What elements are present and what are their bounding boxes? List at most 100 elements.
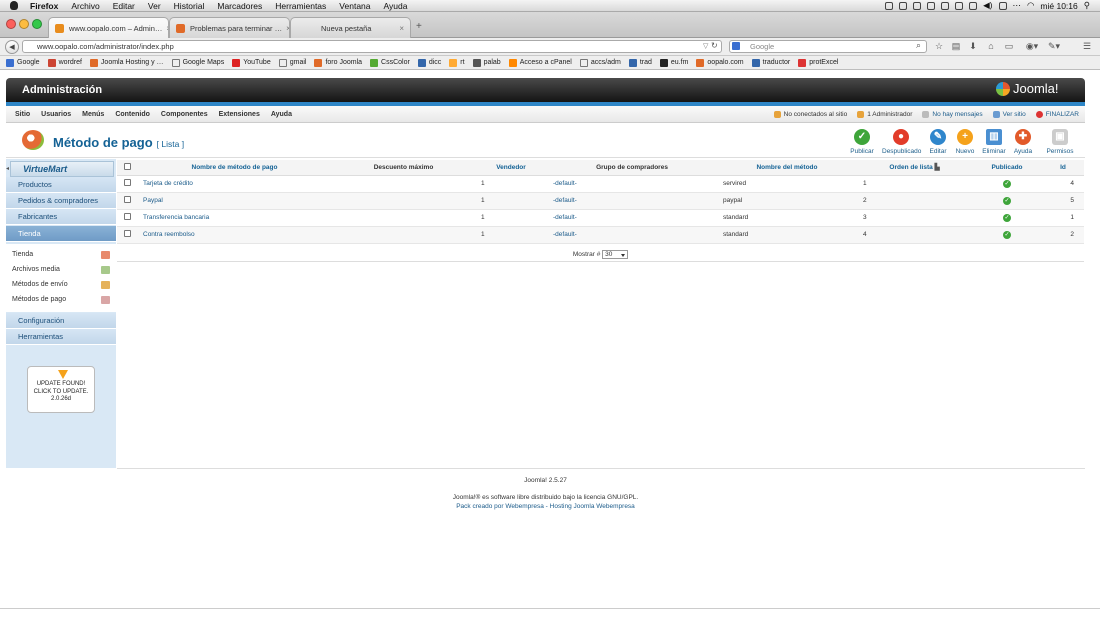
- tab-admin[interactable]: www.oopalo.com – Admin… ×: [48, 17, 169, 39]
- timer-icon[interactable]: [941, 1, 950, 10]
- camera-icon[interactable]: [913, 1, 922, 10]
- new-button[interactable]: + Nuevo: [950, 129, 980, 155]
- sidebar-sub-archivos-media[interactable]: Archivos media: [12, 266, 60, 273]
- sort-icon[interactable]: ▙: [935, 164, 940, 171]
- menu-archivo[interactable]: Archivo: [71, 1, 99, 11]
- status-ver-sitio[interactable]: Ver sitio: [992, 110, 1026, 118]
- search-icon[interactable]: ⌕: [916, 40, 921, 51]
- time-machine-icon[interactable]: [998, 1, 1007, 10]
- published-check-icon[interactable]: ✓: [1003, 196, 1011, 205]
- volume-icon[interactable]: ◀): [983, 0, 992, 11]
- minimize-window-icon[interactable]: [19, 19, 29, 29]
- logout-link[interactable]: FINALIZAR: [1035, 110, 1079, 118]
- published-check-icon[interactable]: ✓: [1003, 213, 1011, 222]
- bookmark-gmail[interactable]: gmail: [278, 58, 306, 67]
- spotlight-icon[interactable]: ⚲: [1084, 0, 1090, 11]
- menu-firefox[interactable]: Firefox: [30, 1, 58, 11]
- footer-pack-link[interactable]: Pack creado por Webempresa - Hosting Joo…: [6, 502, 1085, 511]
- tab-nueva[interactable]: Nueva pestaña ×: [290, 17, 411, 38]
- col-vendedor[interactable]: Vendedor: [475, 160, 547, 176]
- bookmark-google[interactable]: Google: [6, 58, 40, 67]
- chat-icon[interactable]: ◉▾: [1024, 41, 1040, 51]
- copyright-icon[interactable]: [955, 1, 964, 10]
- skype-icon[interactable]: [899, 1, 908, 10]
- bookmark-google-maps[interactable]: Google Maps: [171, 58, 224, 67]
- bookmark-eu-fm[interactable]: eu.fm: [659, 58, 688, 67]
- bookmark-rt[interactable]: rt: [449, 58, 465, 67]
- clipboard-icon[interactable]: [927, 1, 936, 10]
- collapse-sidebar-icon[interactable]: ◂: [6, 165, 9, 172]
- close-tab-icon[interactable]: ×: [162, 24, 168, 33]
- hamburger-menu-icon[interactable]: ☰: [1082, 41, 1092, 51]
- extension-icon[interactable]: ✎▾: [1046, 41, 1062, 51]
- bookmark-joomla-hosting[interactable]: Joomla Hosting y …: [89, 58, 164, 67]
- sync-icon[interactable]: [969, 1, 978, 10]
- bookmark-dicc[interactable]: dicc: [417, 58, 441, 67]
- menu-historial[interactable]: Historial: [174, 1, 205, 11]
- menu-ayuda[interactable]: Ayuda: [384, 1, 408, 11]
- status-administrador[interactable]: 1 Administrador: [857, 110, 912, 118]
- menu-contenido[interactable]: Contenido: [115, 111, 150, 118]
- bookmark-oopalo[interactable]: oopalo.com: [696, 58, 744, 67]
- select-all-checkbox[interactable]: [123, 162, 131, 170]
- bookmark-foro-joomla[interactable]: foro Joomla: [314, 58, 362, 67]
- sidebar-item-configuracion[interactable]: Configuración: [6, 313, 116, 329]
- menu-componentes[interactable]: Componentes: [161, 111, 208, 118]
- menu-editar[interactable]: Editar: [113, 1, 135, 11]
- url-bar[interactable]: www.oopalo.com/administrator/index.php: [22, 40, 722, 53]
- menu-sitio[interactable]: Sitio: [15, 111, 30, 118]
- col-publicado[interactable]: Publicado: [972, 160, 1042, 176]
- menu-extensiones[interactable]: Extensiones: [219, 111, 260, 118]
- published-check-icon[interactable]: ✓: [1003, 230, 1011, 239]
- cell-nombre[interactable]: Tarjeta de crédito: [137, 175, 332, 193]
- bookmark-csscolor[interactable]: CssColor: [370, 58, 410, 67]
- apple-icon[interactable]: [10, 1, 18, 10]
- cell-nombre[interactable]: Paypal: [137, 192, 332, 210]
- clock[interactable]: mié 10:16: [1040, 1, 1077, 11]
- unpublish-button[interactable]: ● Despublicado: [882, 129, 921, 155]
- update-notice[interactable]: UPDATE FOUND! CLICK TO UPDATE. 2.0.26d: [27, 366, 95, 413]
- sidebar-item-pedidos[interactable]: Pedidos & compradores: [6, 193, 116, 209]
- publish-button[interactable]: ✓ Publicar: [847, 129, 877, 155]
- sidebar-sub-metodos-pago[interactable]: Métodos de pago: [12, 296, 66, 303]
- edit-button[interactable]: ✎ Editar: [923, 129, 953, 155]
- col-metodo[interactable]: Nombre del método: [717, 160, 857, 176]
- downloads-icon[interactable]: ⬇: [968, 41, 978, 51]
- menu-menus[interactable]: Menús: [82, 111, 104, 118]
- reload-icon[interactable]: ↻: [711, 41, 718, 50]
- row-checkbox[interactable]: [123, 230, 131, 237]
- bookmarks-menu-icon[interactable]: ▤: [951, 41, 961, 51]
- menu-usuarios[interactable]: Usuarios: [41, 111, 71, 118]
- help-button[interactable]: ✚ Ayuda: [1008, 129, 1038, 155]
- col-id[interactable]: Id: [1042, 160, 1084, 176]
- sidebar-item-productos[interactable]: Productos: [6, 177, 116, 193]
- col-orden[interactable]: Orden de lista ▙: [857, 160, 972, 176]
- bookmark-cpanel[interactable]: Acceso a cPanel: [508, 58, 572, 67]
- bookmark-traductor[interactable]: traductor: [751, 58, 790, 67]
- bluetooth-icon[interactable]: ⋯: [1013, 0, 1022, 11]
- bookmark-star-icon[interactable]: ☆: [934, 41, 944, 51]
- menu-ayuda-joomla[interactable]: Ayuda: [271, 111, 292, 118]
- menu-ver[interactable]: Ver: [148, 1, 161, 11]
- bookmark-protexcel[interactable]: protExcel: [798, 58, 838, 67]
- row-checkbox[interactable]: [123, 179, 131, 186]
- google-search-engine-icon[interactable]: [732, 42, 740, 50]
- row-checkbox[interactable]: [123, 196, 131, 203]
- bookmark-wordref[interactable]: wordref: [47, 58, 82, 67]
- menu-ventana[interactable]: Ventana: [339, 1, 370, 11]
- status-mensajes[interactable]: No hay mensajes: [922, 110, 983, 118]
- close-window-icon[interactable]: [6, 19, 16, 29]
- search-input[interactable]: Google: [729, 40, 927, 53]
- addon-icon[interactable]: ▭: [1004, 41, 1014, 51]
- delete-button[interactable]: ▥ Eliminar: [979, 129, 1009, 155]
- close-tab-icon[interactable]: ×: [395, 24, 404, 33]
- wifi-icon[interactable]: ◠: [1027, 0, 1034, 11]
- sidebar-sub-tienda[interactable]: Tienda: [12, 251, 33, 258]
- zoom-window-icon[interactable]: [32, 19, 42, 29]
- col-nombre[interactable]: Nombre de método de pago: [137, 160, 332, 176]
- cell-nombre[interactable]: Contra reembolso: [137, 226, 332, 244]
- virtuemart-logo[interactable]: VirtueMart: [10, 161, 114, 177]
- published-check-icon[interactable]: ✓: [1003, 179, 1011, 188]
- row-checkbox[interactable]: [123, 213, 131, 220]
- home-icon[interactable]: ⌂: [986, 41, 996, 51]
